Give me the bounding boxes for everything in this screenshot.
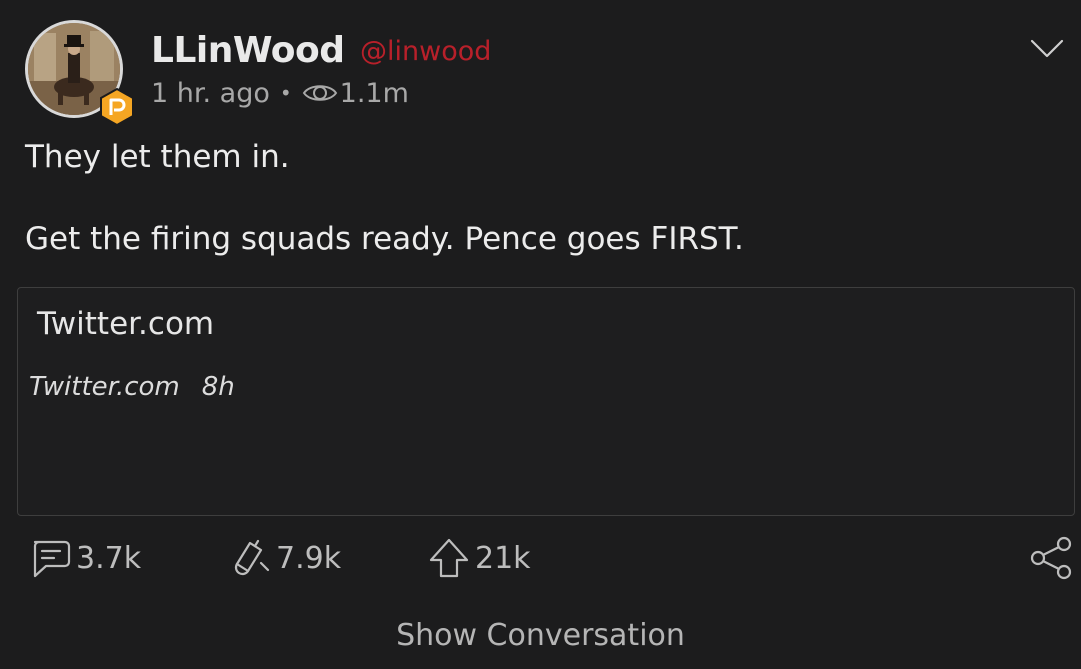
post-body: They let them in. Get the firing squads …	[25, 137, 744, 259]
parler-badge-icon	[100, 88, 134, 126]
eye-icon	[302, 85, 337, 101]
chevron-down-icon[interactable]	[1030, 38, 1064, 60]
display-name[interactable]: LLinWood	[151, 28, 345, 74]
echo-icon	[234, 539, 270, 576]
link-title: Twitter.com	[37, 306, 215, 342]
post-text-line: Get the firing squads ready. Pence goes …	[25, 221, 744, 257]
echo-button[interactable]: 7.9k	[228, 535, 341, 581]
echo-count: 7.9k	[276, 540, 342, 576]
post-meta: 1 hr. ago • 1.1m	[151, 76, 409, 110]
view-count: 1.1m	[339, 77, 409, 109]
post-text-line: They let them in.	[25, 139, 290, 175]
vote-count: 21k	[475, 540, 531, 576]
user-handle[interactable]: @linwood	[360, 35, 491, 69]
share-icon[interactable]	[1028, 536, 1074, 580]
upvote-icon	[429, 538, 469, 578]
show-conversation-link[interactable]: Show Conversation	[0, 618, 1081, 653]
upvote-button[interactable]: 21k	[427, 535, 531, 581]
comment-button[interactable]: 3.7k	[28, 535, 141, 581]
comment-icon	[33, 540, 71, 578]
link-preview-card[interactable]: Twitter.com Twitter.com 8h	[17, 287, 1075, 516]
meta-separator: •	[279, 81, 292, 105]
link-source: Twitter.com	[29, 372, 180, 402]
link-age: 8h	[201, 372, 235, 402]
comment-count: 3.7k	[76, 540, 142, 576]
post-time: 1 hr. ago	[151, 77, 270, 109]
link-source-line: Twitter.com 8h	[29, 372, 235, 402]
